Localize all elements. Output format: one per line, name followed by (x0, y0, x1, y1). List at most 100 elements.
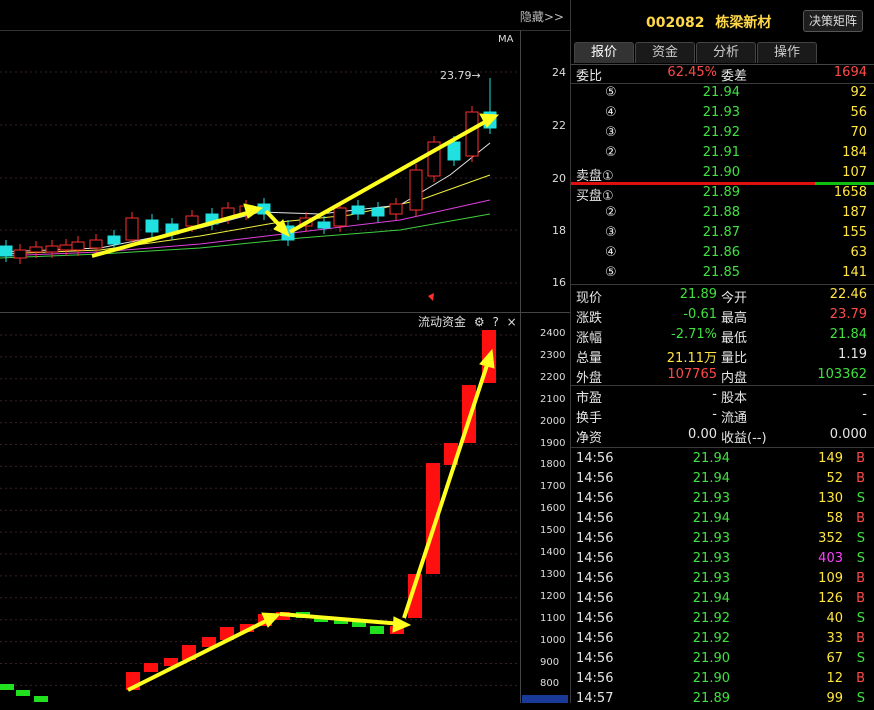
decision-matrix-button[interactable]: 决策矩阵 (803, 10, 863, 32)
level-price: 21.93 (702, 105, 740, 120)
tick-price: 21.90 (692, 671, 730, 686)
tick-price: 21.92 (692, 611, 730, 626)
tick-volume: 130 (818, 491, 843, 506)
tick-row: 14:56 21.93 109 B (571, 570, 874, 590)
tick-time: 14:56 (576, 611, 614, 626)
level-volume: 92 (850, 85, 867, 100)
level-price: 21.85 (702, 265, 740, 280)
level-label: ② (605, 145, 617, 160)
stat-label: 现价 (576, 291, 603, 306)
stock-code: 002082 (646, 15, 705, 31)
stat-label: 内盘 (721, 371, 748, 386)
flow-axis-label: 1800 (540, 459, 566, 471)
tick-row: 14:56 21.94 52 B (571, 470, 874, 490)
flow-axis-label: 1500 (540, 525, 566, 537)
quote-panel: 002082 栋梁新材 决策矩阵 报价 资金 分析 操作 委比 62.45% 委… (570, 0, 874, 706)
chart-canvas (0, 30, 570, 703)
gear-icon[interactable]: ⚙ (474, 315, 485, 329)
tick-time: 14:56 (576, 531, 614, 546)
level-price: 21.92 (702, 125, 740, 140)
order-book-row: ④ 21.86 63 (571, 243, 874, 263)
tick-volume: 58 (826, 511, 843, 526)
flow-panel-label: 流动资金 (418, 315, 467, 329)
weibi-label: 委比 (576, 69, 603, 84)
tick-row: 14:56 21.93 130 S (571, 490, 874, 510)
weibi-row: 委比 62.45% 委差 1694 (571, 63, 874, 84)
tick-side: B (856, 451, 865, 466)
tick-price: 21.94 (692, 511, 730, 526)
candle (125, 217, 139, 241)
level-price: 21.86 (702, 245, 740, 260)
candle (45, 245, 59, 253)
order-book-row: 卖盘① 21.90 107 (571, 163, 874, 184)
stat-label: 收益(--) (721, 431, 767, 446)
flow-axis-label: 1900 (540, 437, 566, 449)
stat-label: 涨幅 (576, 331, 603, 346)
stat-label: 外盘 (576, 371, 603, 386)
stat-value: -2.71% (671, 327, 717, 342)
tick-side: B (856, 511, 865, 526)
level-label: ③ (605, 125, 617, 140)
flow-axis-label: 1700 (540, 481, 566, 493)
flow-axis-label: 1200 (540, 590, 566, 602)
tick-side: S (856, 531, 865, 546)
tick-price: 21.93 (692, 491, 730, 506)
tick-volume: 12 (826, 671, 843, 686)
level-volume: 107 (842, 165, 867, 180)
tick-side: B (856, 631, 865, 646)
tick-price: 21.89 (692, 691, 730, 706)
stat-label: 量比 (721, 351, 748, 366)
tab-analysis[interactable]: 分析 (696, 42, 756, 63)
stock-title: 002082 栋梁新材 (646, 12, 771, 32)
stat-label: 涨跌 (576, 311, 603, 326)
stock-name: 栋梁新材 (715, 15, 772, 31)
flow-bar (16, 690, 30, 696)
stat-value: 107765 (667, 367, 717, 382)
tick-time: 14:56 (576, 471, 614, 486)
tick-volume: 52 (826, 471, 843, 486)
stat-label: 今开 (721, 291, 748, 306)
stat-value: 0.000 (829, 427, 867, 442)
stat-value: 21.89 (679, 287, 717, 302)
level-volume: 155 (842, 225, 867, 240)
flow-axis-label: 2400 (540, 328, 566, 339)
flow-axis-label: 1600 (540, 503, 566, 515)
chart-area: 隐藏>> MA 23.79→ 24 22 20 18 16 流动资金 ⚙ ? ×… (0, 0, 570, 703)
quote-title-row: 002082 栋梁新材 决策矩阵 (571, 0, 874, 40)
tab-quote[interactable]: 报价 (574, 42, 634, 63)
tick-side: B (856, 671, 865, 686)
candle (71, 241, 85, 251)
order-book-row: 买盘① 21.89 1658 (571, 183, 874, 204)
flow-bar-group (0, 330, 496, 702)
stat-label: 最高 (721, 311, 748, 326)
order-book-row: ② 21.88 187 (571, 203, 874, 223)
tick-price: 21.94 (692, 591, 730, 606)
stat-label: 总量 (576, 351, 603, 366)
price-axis-label: 22 (552, 119, 566, 132)
candle (13, 249, 27, 259)
stat-value: - (862, 387, 867, 402)
stat-value: - (862, 407, 867, 422)
help-icon[interactable]: ? (492, 315, 498, 329)
tick-side: B (856, 471, 865, 486)
tab-operation[interactable]: 操作 (757, 42, 817, 63)
stats-row: 涨幅 -2.71% 最低 21.84 (571, 325, 874, 346)
stats-row: 市盈 - 股本 - (571, 385, 874, 406)
close-icon[interactable]: × (507, 315, 517, 329)
flow-axis-label: 1000 (540, 634, 566, 646)
stat-value: 22.46 (829, 287, 867, 302)
tab-funds[interactable]: 资金 (635, 42, 695, 63)
level-label: ③ (605, 225, 617, 240)
tick-price: 21.90 (692, 651, 730, 666)
flow-axis-label: 800 (540, 678, 560, 690)
level-label: ② (605, 205, 617, 220)
tick-side: B (856, 571, 865, 586)
flow-bar (370, 626, 384, 634)
tick-time: 14:56 (576, 451, 614, 466)
level-volume: 1658 (833, 185, 867, 200)
marker-triangle (428, 293, 434, 301)
tick-volume: 126 (818, 591, 843, 606)
stat-label: 最低 (721, 331, 748, 346)
candle (145, 219, 159, 233)
stats-row: 外盘 107765 内盘 103362 (571, 365, 874, 386)
